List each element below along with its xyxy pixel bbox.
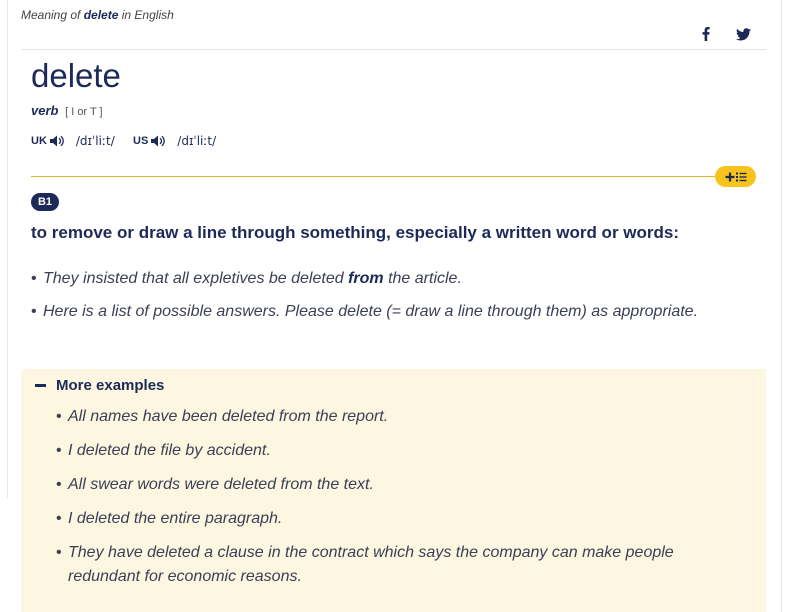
header-word: delete: [83, 8, 119, 22]
more-example-text: All names have been deleted from the rep…: [68, 408, 389, 425]
example-text-after: the article.: [383, 270, 462, 287]
twitter-icon: [735, 27, 751, 40]
header-prefix: Meaning of: [21, 8, 81, 22]
meaning-header: Meaning of delete in English: [21, 8, 174, 22]
region-us: US: [133, 135, 149, 147]
bullet: •: [31, 270, 37, 287]
grammar-code[interactable]: [ I or T ]: [65, 106, 103, 118]
bullet: •: [56, 442, 62, 459]
facebook-icon: [702, 27, 710, 41]
more-example: • I deleted the file by accident.: [56, 439, 721, 463]
more-examples-label: More examples: [56, 377, 165, 394]
facebook-share-button[interactable]: [698, 24, 714, 44]
speaker-icon[interactable]: [49, 135, 64, 147]
bullet: •: [56, 510, 62, 527]
more-example-text: All swear words were deleted from the te…: [68, 476, 374, 493]
header-divider: [21, 49, 766, 50]
more-example-text: They have deleted a clause in the contra…: [68, 544, 674, 585]
example-text-before: They insisted that all expletives be del…: [43, 270, 349, 287]
more-examples-panel: More examples • All names have been dele…: [21, 369, 766, 612]
ipa-us: /dɪˈliːt/: [177, 134, 217, 148]
bullet: •: [56, 408, 62, 425]
left-border: [7, 0, 8, 498]
header-suffix: in English: [121, 8, 174, 22]
cefr-level-badge[interactable]: B1: [31, 193, 59, 211]
part-of-speech: verb [ I or T ]: [31, 103, 103, 118]
region-uk: UK: [31, 135, 47, 147]
more-example-text: I deleted the file by accident.: [68, 442, 271, 459]
more-example: • All names have been deleted from the r…: [56, 405, 721, 429]
example-text: Here is a list of possible answers. Plea…: [43, 303, 699, 320]
more-example: • I deleted the entire paragraph.: [56, 507, 721, 531]
add-to-wordlist-button[interactable]: [715, 166, 756, 187]
bullet: •: [56, 544, 62, 561]
bullet: •: [56, 476, 62, 493]
sense-divider: [31, 176, 733, 177]
add-list-icon: [725, 172, 746, 181]
more-example-text: I deleted the entire paragraph.: [68, 510, 283, 527]
example-sentence: • They insisted that all expletives be d…: [31, 267, 721, 291]
right-border: [781, 0, 782, 612]
bullet: •: [31, 303, 37, 320]
more-examples-toggle[interactable]: More examples: [35, 377, 164, 394]
more-example: • They have deleted a clause in the cont…: [56, 541, 721, 589]
ipa-uk: /dɪˈliːt/: [75, 134, 115, 148]
headword: delete: [31, 57, 121, 94]
example-sentence: • Here is a list of possible answers. Pl…: [31, 300, 721, 324]
more-example: • All swear words were deleted from the …: [56, 473, 721, 497]
minus-icon: [35, 384, 46, 387]
pos-label[interactable]: verb: [31, 103, 58, 118]
pronunciation-uk: UK /dɪˈliːt/: [31, 134, 115, 148]
pronunciation-us: US /dɪˈliːt/: [133, 134, 216, 148]
speaker-icon[interactable]: [151, 135, 166, 147]
definition: to remove or draw a line through somethi…: [31, 223, 680, 242]
twitter-share-button[interactable]: [734, 24, 752, 44]
example-collocation: from: [348, 270, 384, 287]
